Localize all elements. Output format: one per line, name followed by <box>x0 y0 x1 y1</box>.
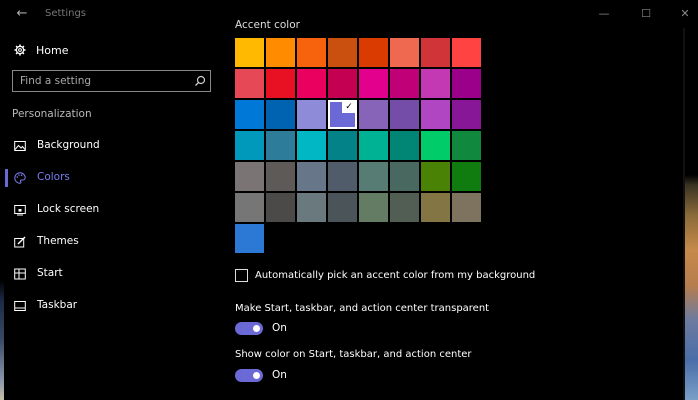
color-swatch[interactable] <box>421 131 450 160</box>
title-bar: ← Settings — ☐ ✕ <box>0 0 690 28</box>
start-icon <box>14 268 26 280</box>
color-swatch[interactable] <box>266 100 295 129</box>
color-swatch[interactable] <box>421 100 450 129</box>
accent-color-grid: ✓ <box>235 38 485 258</box>
sidebar-item-label: Themes <box>37 235 79 247</box>
color-swatch[interactable] <box>421 162 450 191</box>
color-swatch[interactable] <box>421 193 450 222</box>
palette-icon <box>14 172 26 184</box>
color-swatch[interactable] <box>390 69 419 98</box>
color-swatch[interactable] <box>297 131 326 160</box>
color-swatch[interactable] <box>390 100 419 129</box>
color-swatch[interactable] <box>328 131 357 160</box>
color-swatch[interactable] <box>328 38 357 67</box>
check-icon: ✓ <box>342 101 356 113</box>
color-swatch[interactable] <box>266 162 295 191</box>
color-swatch[interactable] <box>328 69 357 98</box>
color-swatch[interactable] <box>359 162 388 191</box>
search-box[interactable] <box>12 70 211 92</box>
color-swatch[interactable] <box>359 131 388 160</box>
sidebar-item-themes[interactable]: Themes <box>0 230 225 254</box>
color-swatch[interactable] <box>328 162 357 191</box>
color-swatch[interactable] <box>359 69 388 98</box>
sidebar-item-label: Taskbar <box>37 299 78 311</box>
color-swatch[interactable] <box>297 193 326 222</box>
color-swatch[interactable] <box>235 69 264 98</box>
color-swatch[interactable] <box>297 38 326 67</box>
show-color-toggle[interactable] <box>235 368 263 382</box>
sidebar-item-start[interactable]: Start <box>0 262 225 286</box>
main-content: Accent color ✓ Automatically pick an acc… <box>225 19 683 400</box>
image-icon <box>14 141 26 151</box>
sidebar: Home Personalization Background Colors L… <box>0 28 225 400</box>
color-swatch[interactable] <box>390 193 419 222</box>
auto-pick-checkbox[interactable] <box>235 268 248 282</box>
color-swatch[interactable] <box>235 131 264 160</box>
taskbar-icon <box>14 301 26 311</box>
color-swatch[interactable] <box>359 193 388 222</box>
color-swatch[interactable] <box>235 224 264 253</box>
show-color-toggle-row[interactable]: On <box>235 368 287 382</box>
sidebar-item-background[interactable]: Background <box>0 134 225 158</box>
search-icon[interactable] <box>194 75 206 87</box>
color-swatch[interactable] <box>359 100 388 129</box>
color-swatch[interactable] <box>235 193 264 222</box>
color-swatch[interactable] <box>235 38 264 67</box>
color-swatch[interactable] <box>390 38 419 67</box>
color-swatch[interactable] <box>235 162 264 191</box>
window-title: Settings <box>45 8 87 19</box>
color-swatch[interactable] <box>266 38 295 67</box>
close-button[interactable]: ✕ <box>671 4 698 24</box>
color-swatch[interactable] <box>452 193 481 222</box>
sidebar-item-label: Background <box>37 139 100 151</box>
color-swatch[interactable] <box>266 131 295 160</box>
minimize-button[interactable]: — <box>590 4 618 24</box>
color-swatch[interactable] <box>390 162 419 191</box>
color-swatch[interactable] <box>266 193 295 222</box>
accent-color-heading: Accent color <box>235 19 300 31</box>
themes-icon <box>14 236 26 248</box>
color-swatch[interactable] <box>421 69 450 98</box>
sidebar-item-colors[interactable]: Colors <box>0 166 225 190</box>
transparency-toggle[interactable] <box>235 321 263 335</box>
nav-home-label: Home <box>36 43 69 57</box>
color-swatch[interactable] <box>421 38 450 67</box>
color-swatch[interactable] <box>359 38 388 67</box>
color-swatch[interactable] <box>328 193 357 222</box>
sidebar-item-label: Colors <box>37 171 70 183</box>
nav-home[interactable]: Home <box>14 42 68 58</box>
maximize-button[interactable]: ☐ <box>632 4 660 24</box>
color-swatch[interactable] <box>452 162 481 191</box>
color-swatch[interactable] <box>297 162 326 191</box>
transparency-state: On <box>272 322 287 334</box>
color-swatch[interactable] <box>266 69 295 98</box>
sidebar-item-label: Start <box>37 267 63 279</box>
color-swatch[interactable] <box>452 69 481 98</box>
color-swatch[interactable] <box>297 69 326 98</box>
sidebar-item-label: Lock screen <box>37 203 100 215</box>
transparency-toggle-row[interactable]: On <box>235 321 287 335</box>
search-input[interactable] <box>20 73 190 89</box>
color-swatch[interactable] <box>297 100 326 129</box>
color-swatch[interactable] <box>452 131 481 160</box>
color-swatch[interactable] <box>235 100 264 129</box>
show-color-state: On <box>272 369 287 381</box>
color-swatch[interactable]: ✓ <box>328 100 357 129</box>
section-title: Personalization <box>12 108 92 120</box>
show-color-label: Show color on Start, taskbar, and action… <box>235 349 472 360</box>
transparency-label: Make Start, taskbar, and action center t… <box>235 303 490 314</box>
color-swatch[interactable] <box>390 131 419 160</box>
auto-pick-row[interactable]: Automatically pick an accent color from … <box>235 268 535 282</box>
color-swatch[interactable] <box>452 38 481 67</box>
back-button[interactable]: ← <box>14 6 30 22</box>
gear-icon <box>14 44 26 56</box>
window-border <box>683 28 685 400</box>
desktop-wallpaper-right <box>685 0 698 400</box>
lock-screen-icon <box>14 205 26 216</box>
color-swatch[interactable] <box>452 100 481 129</box>
sidebar-item-taskbar[interactable]: Taskbar <box>0 294 225 318</box>
auto-pick-label: Automatically pick an accent color from … <box>255 269 536 281</box>
sidebar-item-lock-screen[interactable]: Lock screen <box>0 198 225 222</box>
